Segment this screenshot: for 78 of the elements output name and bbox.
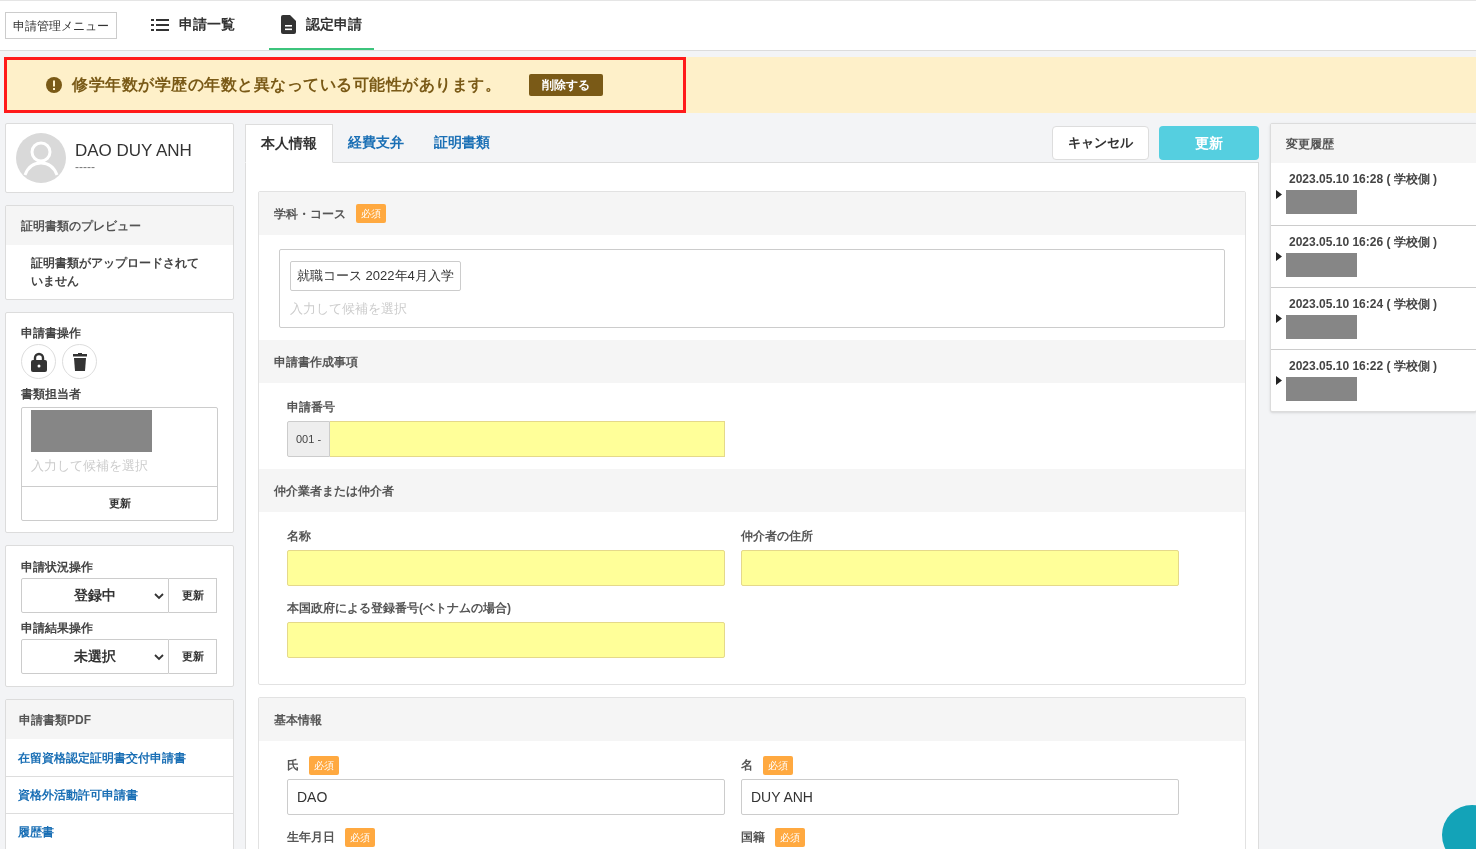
input-field[interactable]: DUY ANH <box>741 779 1179 815</box>
trash-icon <box>72 352 87 371</box>
lock-icon <box>30 351 47 372</box>
preview-message: 証明書類がアップロードされていません <box>30 255 200 290</box>
section-title: 学科・コース <box>274 205 346 223</box>
caret-right-icon <box>1276 189 1282 199</box>
card-header: 証明書類のプレビュー <box>6 206 233 245</box>
pdf-link[interactable]: 履歴書 <box>18 823 54 841</box>
card-header: 申請書類PDF <box>6 700 233 739</box>
field-label: 申請番号 <box>287 399 335 416</box>
alert-message: 修学年数が学歴の年数と異なっている可能性があります。 <box>72 75 501 96</box>
input-field[interactable] <box>741 550 1179 586</box>
required-badge: 必須 <box>309 755 339 775</box>
redacted-block <box>1286 252 1357 277</box>
tab[interactable]: 本人情報 <box>245 124 333 163</box>
select-field[interactable]: 未選択 <box>21 639 169 674</box>
input-field[interactable] <box>287 622 725 658</box>
chevron-down-icon <box>154 593 164 600</box>
redacted-block <box>1286 190 1357 214</box>
input-field[interactable] <box>330 421 725 457</box>
redacted-block <box>1286 314 1357 339</box>
update-button[interactable]: 更新 <box>22 486 217 520</box>
exclamation-icon <box>46 77 62 93</box>
history-item[interactable]: 2023.05.10 16:26 ( 学校側 ) <box>1271 225 1476 287</box>
tab[interactable]: 経費支弁 <box>333 123 419 162</box>
chevron-down-icon <box>154 654 164 661</box>
section-title: 仲介業者または仲介者 <box>274 482 394 500</box>
section-label: 申請状況操作 <box>21 559 94 576</box>
history-time: 2023.05.10 16:24 ( 学校側 ) <box>1289 295 1438 313</box>
pdf-link[interactable]: 在留資格認定証明書交付申請書 <box>18 748 186 767</box>
pdf-link[interactable]: 資格外活動許可申請書 <box>18 786 138 804</box>
history-time: 2023.05.10 16:22 ( 学校側 ) <box>1289 357 1438 375</box>
section-title: 申請書作成事項 <box>274 353 358 371</box>
list-icon <box>151 18 169 31</box>
input-field[interactable] <box>287 550 725 586</box>
caret-right-icon <box>1276 314 1282 323</box>
update-button[interactable]: 更新 <box>169 639 217 674</box>
field-label: 国籍 <box>741 829 765 846</box>
nav-tab[interactable]: 認定申請 <box>269 1 374 50</box>
trash-button[interactable] <box>62 344 97 379</box>
tab[interactable]: 証明書類 <box>419 123 505 162</box>
menu-button[interactable]: 申請管理メニュー <box>5 12 117 39</box>
nav-tab[interactable]: 申請一覧 <box>139 1 247 50</box>
section-title: 基本情報 <box>274 711 322 729</box>
update-button[interactable]: 更新 <box>169 578 217 613</box>
field-label: 名称 <box>287 528 311 545</box>
history-item[interactable]: 2023.05.10 16:28 ( 学校側 ) <box>1271 163 1476 225</box>
profile-subtitle: ----- <box>75 160 96 174</box>
selected-tag: 就職コース 2022年4月入学 <box>290 261 461 291</box>
field-label: 名 <box>741 757 753 774</box>
field-label: 氏 <box>287 757 299 774</box>
delete-button[interactable]: 削除する <box>529 74 603 96</box>
field-label: 生年月日 <box>287 829 335 846</box>
section-label: 申請書操作 <box>21 325 82 342</box>
history-time: 2023.05.10 16:26 ( 学校側 ) <box>1289 233 1438 251</box>
document-icon <box>281 15 296 34</box>
field-label: 仲介者の住所 <box>741 528 813 545</box>
required-badge: 必須 <box>775 827 805 847</box>
field-label: 本国政府による登録番号(ベトナムの場合) <box>287 600 511 617</box>
required-badge: 必須 <box>356 204 386 223</box>
redacted-block <box>1286 376 1357 401</box>
section-label: 申請結果操作 <box>21 620 94 637</box>
cancel-button[interactable]: キャンセル <box>1052 126 1149 160</box>
select-field[interactable]: 登録中 <box>21 578 169 613</box>
card-header: 変更履歴 <box>1271 124 1476 163</box>
required-badge: 必須 <box>763 755 793 775</box>
section-label: 書類担当者 <box>21 386 82 403</box>
history-item[interactable]: 2023.05.10 16:24 ( 学校側 ) <box>1271 287 1476 349</box>
history-item[interactable]: 2023.05.10 16:22 ( 学校側 ) <box>1271 349 1476 411</box>
required-badge: 必須 <box>345 827 375 847</box>
avatar-icon <box>16 133 66 183</box>
caret-right-icon <box>1276 252 1282 261</box>
input-field[interactable]: DAO <box>287 779 725 815</box>
caret-right-icon <box>1276 376 1282 385</box>
input-prefix: 001 - <box>287 421 331 457</box>
history-time: 2023.05.10 16:28 ( 学校側 ) <box>1289 171 1438 188</box>
lock-button[interactable] <box>21 344 56 379</box>
profile-name: DAO DUY ANH <box>75 142 192 161</box>
